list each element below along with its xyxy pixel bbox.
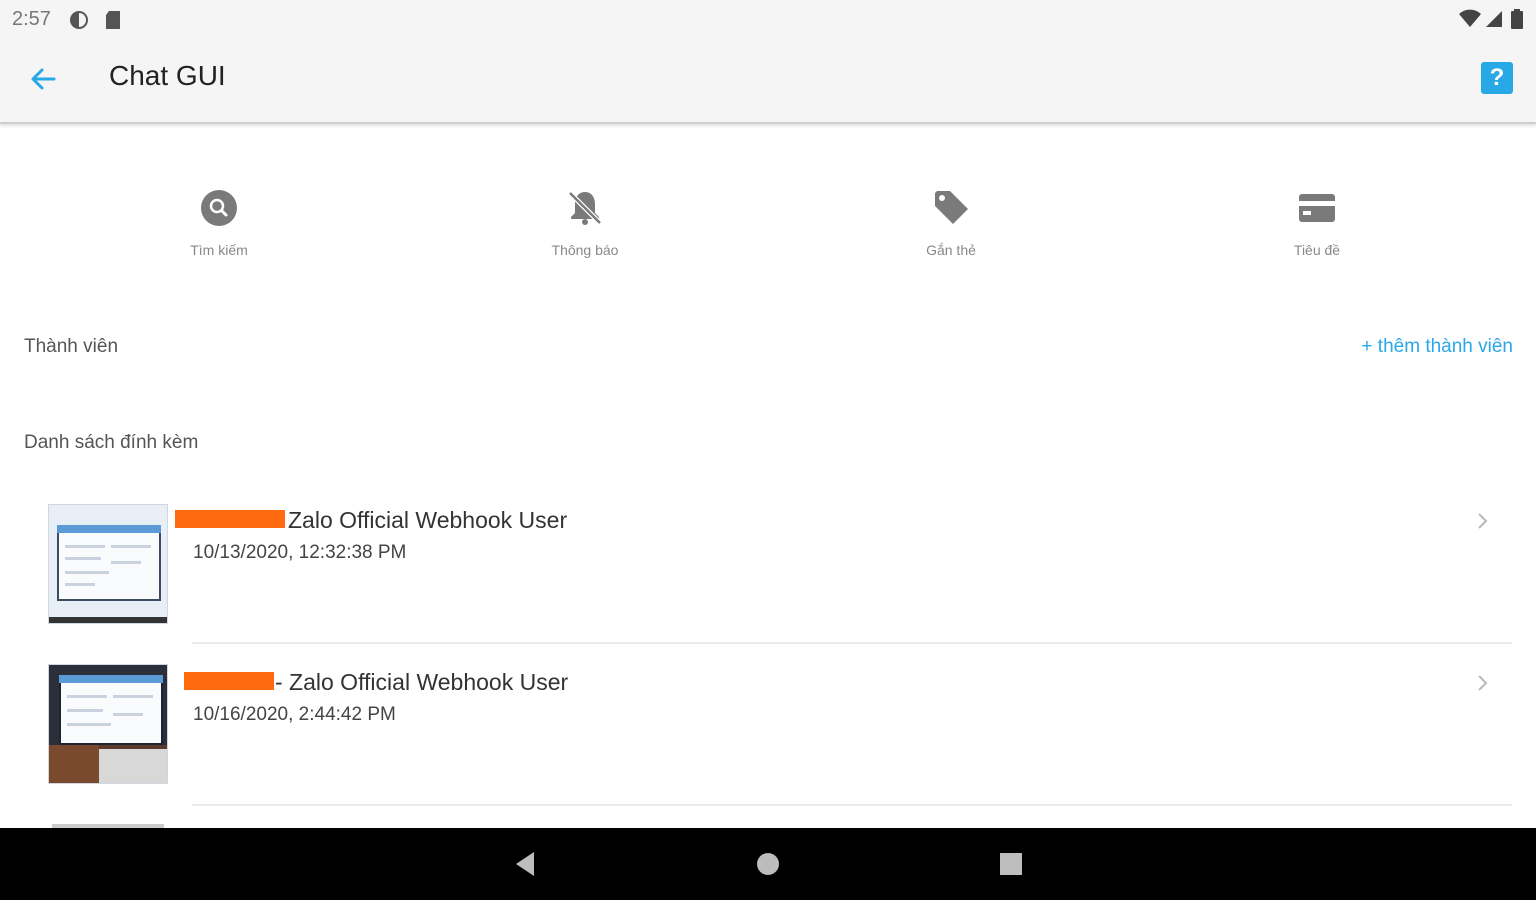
attachment-date: 10/13/2020, 12:32:38 PM (193, 542, 407, 563)
chevron-right-icon (1478, 513, 1488, 529)
attachment-thumbnail (48, 504, 168, 624)
battery-icon (1511, 9, 1523, 29)
page-title: Chat GUI (109, 60, 226, 91)
attachment-item[interactable]: Zalo Official Webhook User 10/13/2020, 1… (0, 482, 1536, 644)
status-bar: 2:57 (0, 0, 1536, 36)
attachment-item[interactable]: - Zalo Official Webhook User 10/16/2020,… (0, 644, 1536, 806)
redacted-name (184, 672, 274, 690)
action-label: Tìm kiếm (190, 242, 248, 258)
nav-recents-icon[interactable] (998, 850, 1024, 878)
navigation-bar (0, 828, 1536, 900)
add-member-link[interactable]: + thêm thành viên (1361, 336, 1513, 358)
app-bar: Chat GUI ? (0, 36, 1536, 124)
status-time: 2:57 (12, 8, 51, 30)
search-icon (201, 190, 237, 226)
search-action[interactable]: Tìm kiếm (119, 188, 319, 268)
wifi-icon (1459, 9, 1481, 27)
title-action[interactable]: Tiêu đề (1217, 188, 1417, 268)
data-saver-icon (70, 11, 88, 29)
attachments-label: Danh sách đính kèm (24, 432, 199, 453)
sd-card-icon (106, 11, 120, 29)
signal-icon (1486, 11, 1502, 27)
tag-icon (935, 191, 968, 224)
chevron-right-icon (1478, 675, 1488, 691)
attachment-title: Zalo Official Webhook User (288, 507, 568, 533)
attachment-date: 10/16/2020, 2:44:42 PM (193, 704, 396, 725)
help-button[interactable]: ? (1481, 62, 1513, 94)
notifications-off-icon (568, 191, 602, 225)
action-label: Gắn thẻ (926, 242, 976, 258)
notifications-action[interactable]: Thông báo (485, 188, 685, 268)
tag-action[interactable]: Gắn thẻ (851, 188, 1051, 268)
action-label: Tiêu đề (1293, 242, 1341, 258)
divider (192, 804, 1512, 806)
nav-home-icon[interactable] (755, 850, 781, 878)
attachment-thumbnail (48, 664, 168, 784)
members-label: Thành viên (24, 336, 119, 357)
nav-back-icon[interactable] (512, 850, 538, 878)
attachment-title: - Zalo Official Webhook User (275, 669, 569, 695)
action-label: Thông báo (551, 242, 619, 258)
redacted-name (175, 510, 285, 528)
back-arrow-icon[interactable] (26, 62, 60, 96)
card-icon (1299, 194, 1335, 222)
